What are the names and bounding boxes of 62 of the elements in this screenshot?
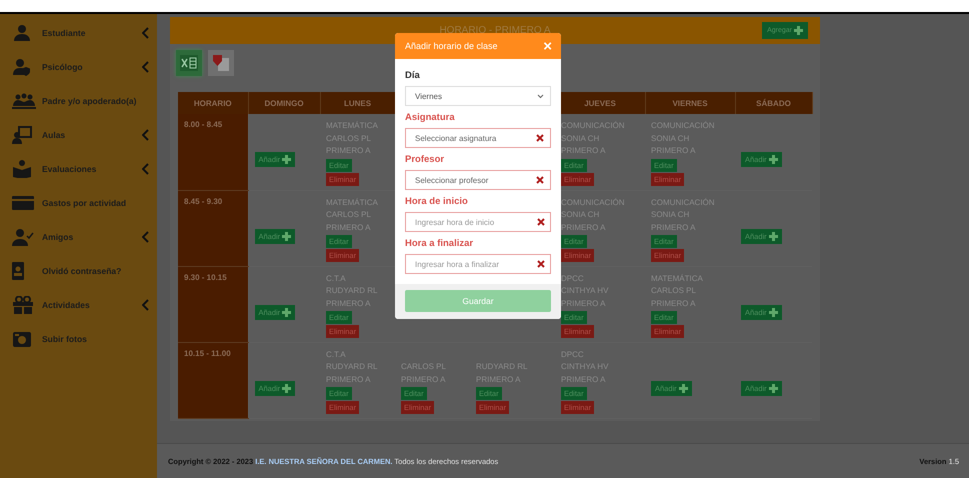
person-icon [12,24,32,42]
clear-icon [537,218,545,226]
sidebar-item[interactable]: Aulas [0,118,157,152]
field-label: Hora de inicio [405,196,469,207]
time-cell: 10.15 - 11.00 [178,342,248,418]
sidebar-item[interactable]: Psicólogo [0,50,157,84]
clear-icon [536,176,544,184]
spreadsheet-icon [180,55,198,71]
field-label: Hora a finalizar [405,238,474,249]
select-field[interactable]: Seleccionar profesor [405,170,551,190]
column-header: SÁBADO [735,92,812,114]
sidebar-item[interactable]: Gastos por actividad [0,186,157,220]
column-header: HORARIO [178,92,248,114]
sidebar-item[interactable]: Olvidó contraseña? [0,254,157,288]
gift-icon [12,296,34,314]
plus-icon [678,384,688,392]
caret-icon [537,94,544,98]
close-button[interactable]: × [543,38,552,54]
time-cell: 8.45 - 9.30 [178,190,248,266]
select-field[interactable]: Seleccionar asignatura [405,128,551,148]
input-field[interactable]: Ingresar hora de inicio [405,212,551,232]
day-select[interactable]: Viernes [405,86,551,106]
sidebar-item[interactable]: Amigos [0,220,157,254]
id-badge-icon [12,262,24,280]
reader-book-icon [12,160,32,178]
pdf-export-icon[interactable] [208,50,234,76]
clear-icon [537,260,545,268]
card-icon [12,194,34,212]
column-header: DOMINGO [248,92,320,114]
plus-icon [768,232,778,240]
excel-export-icon[interactable] [176,50,202,76]
sidebar-item[interactable]: Actividades [0,288,157,322]
field-label: Día [405,70,421,81]
field-label: Asignatura [405,112,456,123]
plus-icon [768,155,778,164]
person-check-icon [12,228,34,246]
plus-icon [282,155,292,164]
clear-icon [536,134,544,142]
save-button[interactable]: Guardar [405,290,551,312]
column-header: LUNES [320,92,395,114]
sidebar-item[interactable]: Evaluaciones [0,152,157,186]
time-cell: 9.30 - 10.15 [178,266,248,342]
sidebar-item[interactable]: Estudiante [0,16,157,50]
time-cell: 8.00 - 8.45 [178,114,248,190]
plus-icon [282,232,292,240]
sidebar-item[interactable]: Padre y/o apoderado(a) [0,84,157,118]
person-shield-icon [12,58,32,76]
sidebar-item[interactable]: Subir fotos [0,322,157,356]
group-icon [12,92,36,110]
whiteboard-icon [12,126,32,144]
modal-title: Añadir horario de clase [405,41,498,51]
field-label: Profesor [405,154,446,165]
plus-icon [768,308,778,316]
column-header: VIERNES [645,92,735,114]
camera-icon [12,330,32,348]
plus-icon [794,26,803,35]
schedule-title: HORARIO - PRIMERO A [439,25,551,36]
plus-icon [282,308,292,316]
plus-icon [768,384,778,392]
input-field[interactable]: Ingresar hora a finalizar [405,254,551,274]
plus-icon [282,384,292,392]
document-icon [212,54,230,72]
